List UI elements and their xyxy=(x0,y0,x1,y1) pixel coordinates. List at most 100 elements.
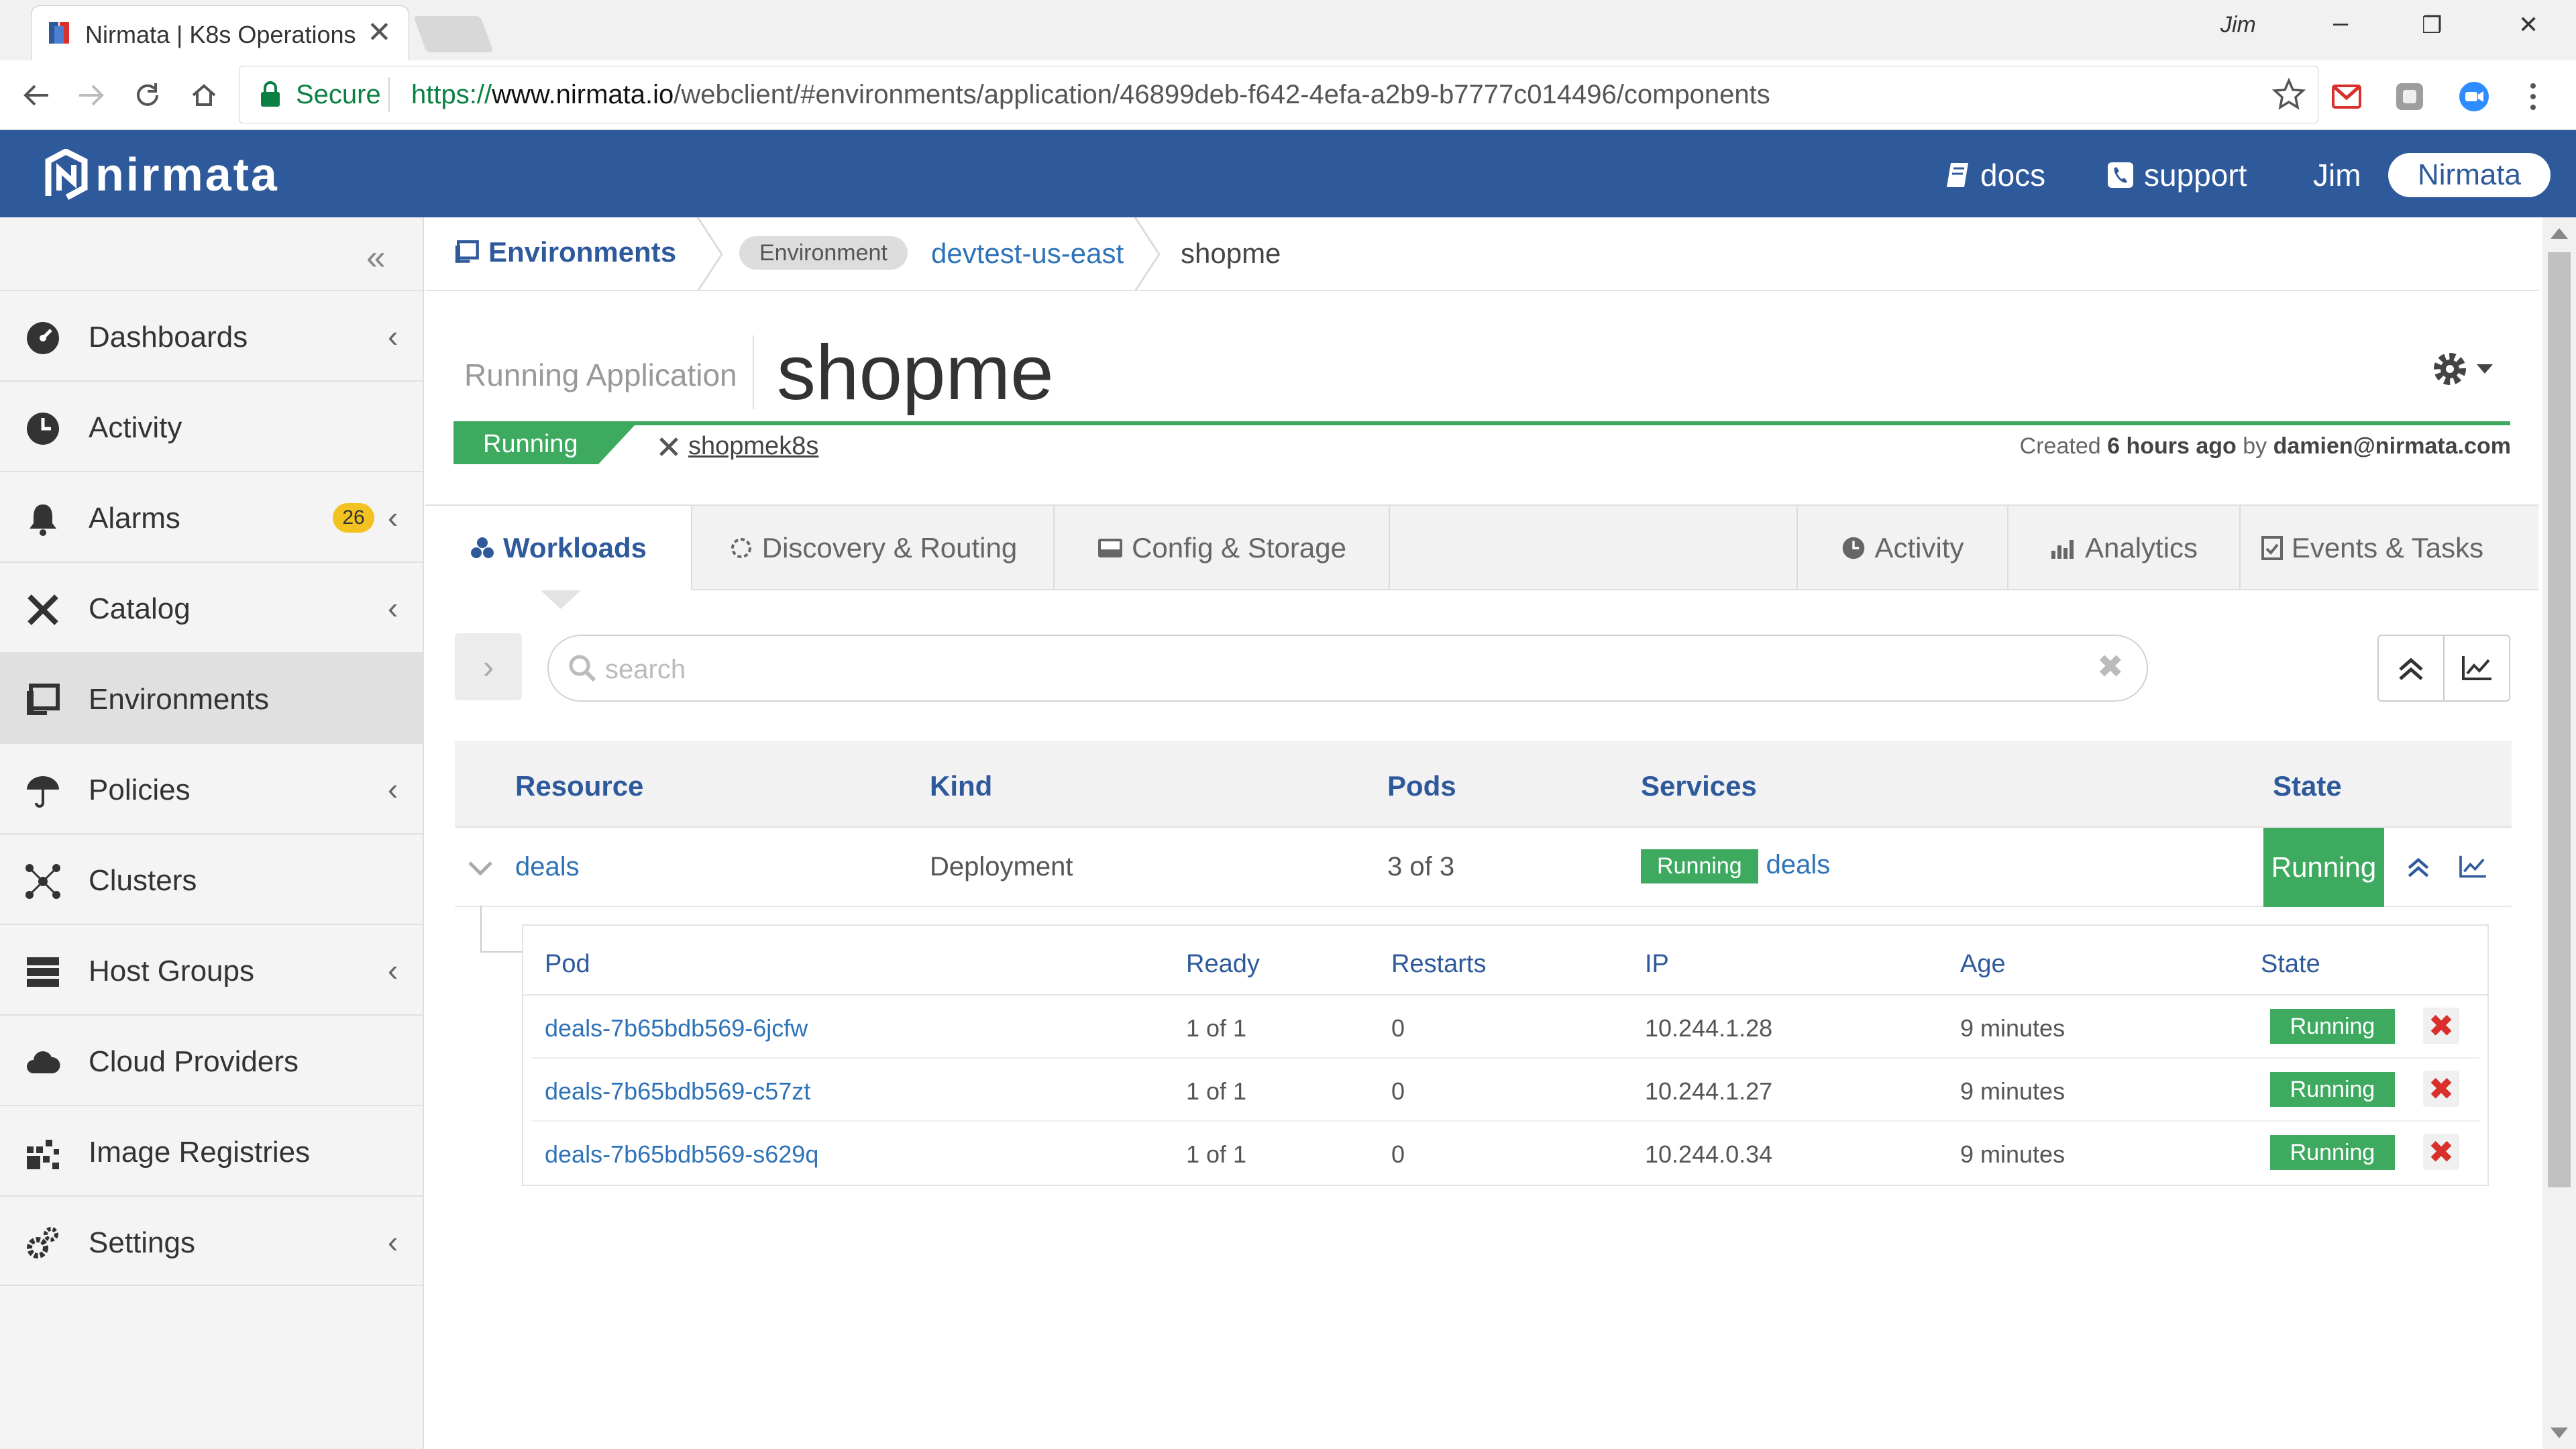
tab-label: Activity xyxy=(1874,532,1964,564)
scroll-up-arrow[interactable] xyxy=(2551,228,2568,239)
pod-name-link[interactable]: deals-7b65bdb569-c57zt xyxy=(545,1077,810,1106)
home-icon[interactable] xyxy=(184,75,224,115)
close-tab-icon[interactable]: ✕ xyxy=(367,15,392,50)
bell-icon xyxy=(30,504,56,536)
sidebar-item-host-groups[interactable]: Host Groups ‹ xyxy=(0,924,423,1014)
docs-link[interactable]: docs xyxy=(1944,157,2045,193)
close-window-button[interactable]: ✕ xyxy=(2518,11,2538,39)
tab-activity[interactable]: Activity xyxy=(1796,506,2008,590)
tab-workloads[interactable]: Workloads xyxy=(425,506,692,590)
sidebar-item-clusters[interactable]: Clusters xyxy=(0,833,423,924)
breadcrumb-root-label: Environments xyxy=(488,236,677,268)
tab-events-tasks[interactable]: Events & Tasks xyxy=(2241,506,2504,590)
url-text[interactable]: https://www.nirmata.io/webclient/#enviro… xyxy=(411,80,1770,110)
tab-label: Config & Storage xyxy=(1132,532,1346,564)
column-header-resource[interactable]: Resource xyxy=(515,770,643,802)
minimize-window-button[interactable]: – xyxy=(2333,8,2348,38)
service-link[interactable]: deals xyxy=(1766,850,1831,879)
tab-config-storage[interactable]: Config & Storage xyxy=(1055,506,1390,590)
sidebar-item-dashboards[interactable]: Dashboards ‹ xyxy=(0,290,423,380)
column-header-ready[interactable]: Ready xyxy=(1186,950,1260,979)
umbrella-icon xyxy=(27,776,59,808)
collapse-all-button[interactable] xyxy=(2377,635,2445,702)
nirmata-logo[interactable]: nirmata xyxy=(43,148,279,201)
clear-search-icon[interactable]: ✖ xyxy=(2097,648,2124,686)
column-header-pods[interactable]: Pods xyxy=(1387,770,1456,802)
gmail-extension-icon[interactable] xyxy=(2330,80,2363,113)
pod-name-link[interactable]: deals-7b65bdb569-6jcfw xyxy=(545,1014,808,1042)
collapse-sidebar-icon[interactable]: « xyxy=(366,237,386,278)
sidebar-item-image-registries[interactable]: Image Registries xyxy=(0,1105,423,1195)
address-bar[interactable]: Secure https://www.nirmata.io/webclient/… xyxy=(239,66,2318,123)
tab-discovery-routing[interactable]: Discovery & Routing xyxy=(692,506,1055,590)
scroll-down-arrow[interactable] xyxy=(2551,1428,2568,1438)
delete-pod-button[interactable]: ✖ xyxy=(2423,1008,2459,1044)
scroll-thumb[interactable] xyxy=(2548,252,2571,1187)
column-header-kind[interactable]: Kind xyxy=(930,770,992,802)
resource-kind: Deployment xyxy=(930,852,1073,881)
zoom-extension-icon[interactable] xyxy=(2458,80,2490,113)
url-host: www.nirmata.io xyxy=(492,80,674,109)
reload-icon[interactable] xyxy=(127,75,168,115)
back-icon[interactable] xyxy=(16,75,56,115)
pod-state-badge: Running xyxy=(2270,1009,2395,1044)
expand-panel-button[interactable]: › xyxy=(455,633,522,700)
breadcrumb-environments-link[interactable]: Environments xyxy=(453,236,676,268)
restore-window-button[interactable]: ❐ xyxy=(2422,12,2442,39)
forward-icon[interactable] xyxy=(71,75,111,115)
task-icon xyxy=(2261,536,2283,560)
chevron-left-icon: ‹ xyxy=(388,319,398,354)
delete-pod-button[interactable]: ✖ xyxy=(2423,1071,2459,1107)
double-chevron-up-icon[interactable] xyxy=(2406,855,2431,879)
user-menu[interactable]: Jim xyxy=(2313,157,2361,193)
sidebar-item-catalog[interactable]: Catalog ‹ xyxy=(0,561,423,652)
extension-gray-icon[interactable] xyxy=(2394,80,2426,113)
delete-pod-button[interactable]: ✖ xyxy=(2423,1134,2459,1170)
browser-toolbar: Secure https://www.nirmata.io/webclient/… xyxy=(0,60,2576,130)
sidebar-item-environments[interactable]: Environments xyxy=(0,652,423,743)
column-header-services[interactable]: Services xyxy=(1641,770,1757,802)
org-switcher-button[interactable]: Nirmata xyxy=(2388,153,2551,197)
column-header-age[interactable]: Age xyxy=(1960,950,2006,979)
created-by: damien@nirmata.com xyxy=(2273,433,2511,459)
column-header-restarts[interactable]: Restarts xyxy=(1391,950,1486,979)
sidebar-item-cloud-providers[interactable]: Cloud Providers xyxy=(0,1014,423,1105)
chevron-down-icon[interactable] xyxy=(467,860,494,877)
sidebar-item-activity[interactable]: Activity xyxy=(0,380,423,471)
line-chart-icon xyxy=(2462,656,2491,680)
search-input[interactable] xyxy=(605,649,2081,690)
tab-label: Discovery & Routing xyxy=(761,532,1018,564)
app-settings-menu[interactable] xyxy=(2430,349,2493,389)
column-header-state[interactable]: State xyxy=(2261,950,2320,979)
sidebar-item-label: Catalog xyxy=(89,592,191,625)
pod-ip: 10.244.1.28 xyxy=(1645,1014,1773,1042)
app-tabs: Workloads Discovery & Routing Config & S… xyxy=(425,504,2538,590)
pods-table: Pod Ready Restarts IP Age State deals-7b… xyxy=(522,924,2489,1186)
browser-profile-name[interactable]: Jim xyxy=(2220,12,2256,38)
column-header-ip[interactable]: IP xyxy=(1645,950,1669,979)
browser-tab[interactable]: Nirmata | K8s Operations ✕ xyxy=(31,5,409,60)
resource-name-link[interactable]: deals xyxy=(515,852,580,882)
chevron-left-icon: ‹ xyxy=(388,1224,398,1259)
column-header-pod[interactable]: Pod xyxy=(545,950,590,979)
bookmark-star-icon[interactable] xyxy=(2272,77,2306,111)
bar-chart-icon xyxy=(2051,540,2074,559)
new-tab-button[interactable] xyxy=(413,16,494,52)
page-scrollbar[interactable] xyxy=(2542,217,2576,1449)
line-chart-icon[interactable] xyxy=(2458,855,2487,879)
column-header-state[interactable]: State xyxy=(2273,770,2342,802)
support-link[interactable]: support xyxy=(2106,157,2247,193)
sidebar-item-policies[interactable]: Policies ‹ xyxy=(0,743,423,833)
tab-analytics[interactable]: Analytics xyxy=(2008,506,2241,590)
address-divider xyxy=(388,77,390,112)
breadcrumb-env-link[interactable]: devtest-us-east xyxy=(931,237,1124,270)
cluster-link[interactable]: shopmek8s xyxy=(657,432,818,461)
sidebar-item-label: Alarms xyxy=(89,502,180,535)
environment-icon xyxy=(455,240,479,263)
pod-name-link[interactable]: deals-7b65bdb569-s629q xyxy=(545,1140,818,1169)
show-charts-button[interactable] xyxy=(2443,635,2510,702)
sidebar-item-settings[interactable]: Settings ‹ xyxy=(0,1195,423,1286)
sidebar-item-alarms[interactable]: Alarms 26 ‹ xyxy=(0,471,423,561)
browser-menu-icon[interactable] xyxy=(2526,80,2540,113)
search-icon xyxy=(569,655,596,682)
